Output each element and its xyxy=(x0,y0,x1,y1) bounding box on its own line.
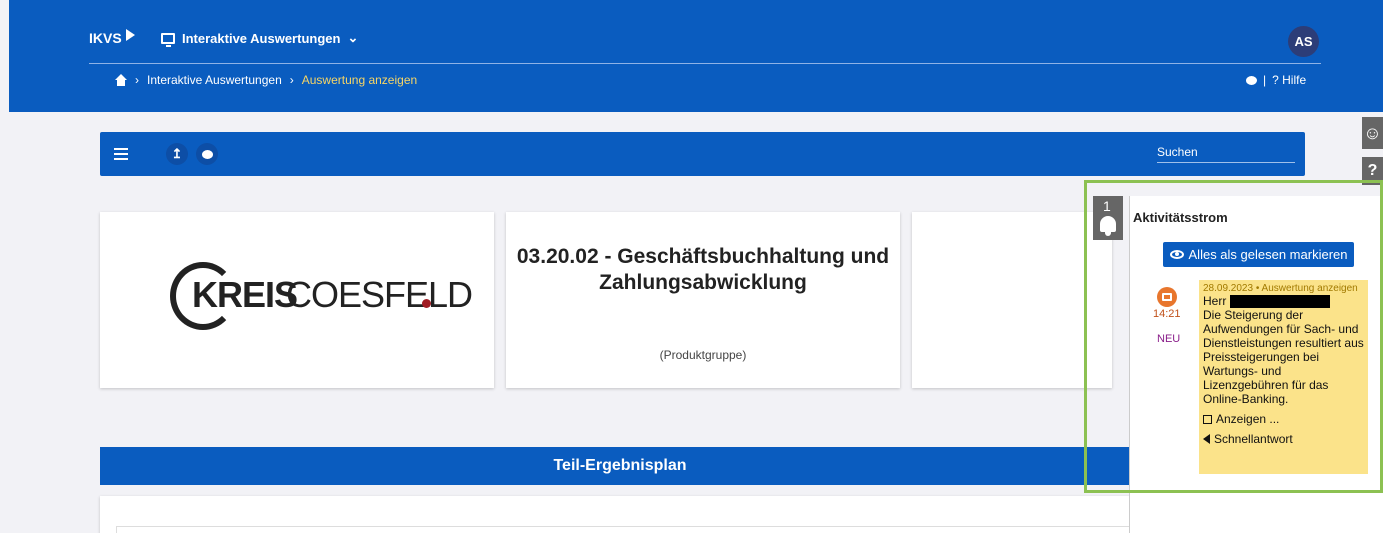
logo-card: KREIS COESFELD xyxy=(100,212,494,388)
help-link[interactable]: ? Hilfe xyxy=(1272,73,1306,87)
menu-icon[interactable] xyxy=(110,143,132,165)
monitor-icon xyxy=(161,32,175,47)
product-title: 03.20.02 - Geschäftsbuchhaltung und Zahl… xyxy=(516,245,890,294)
logo-dot xyxy=(422,299,431,308)
header-divider xyxy=(89,63,1321,64)
section-header: Teil-Ergebnisplan xyxy=(100,447,1140,485)
kreis-coesfeld-logo: KREIS COESFELD xyxy=(170,262,473,332)
highlight-frame xyxy=(1084,180,1383,493)
brand-name: IKVS xyxy=(89,30,122,46)
chevron-right-icon: › xyxy=(135,73,139,87)
breadcrumb-current: Auswertung anzeigen xyxy=(301,73,418,87)
product-card: 03.20.02 - Geschäftsbuchhaltung und Zahl… xyxy=(506,212,900,388)
section-table xyxy=(116,526,1140,533)
app-switcher-label: Interaktive Auswertungen xyxy=(182,30,341,46)
comments-icon xyxy=(201,149,213,159)
search-input[interactable] xyxy=(1157,145,1295,163)
help-separator: | xyxy=(1263,73,1267,87)
home-icon[interactable] xyxy=(115,74,127,86)
section-body xyxy=(100,496,1140,533)
brand-logo[interactable]: IKVS xyxy=(89,29,135,46)
chevron-right-icon: › xyxy=(289,73,294,87)
breadcrumb: › Interaktive Auswertungen › Auswertung … xyxy=(115,73,417,87)
content-toolbar: ↥ xyxy=(100,132,1305,176)
top-header: IKVS Interaktive Auswertungen ⌄ AS › Int… xyxy=(9,0,1383,112)
play-icon xyxy=(125,29,135,41)
third-card xyxy=(912,212,1112,388)
help-area: | ? Hilfe xyxy=(1246,73,1306,87)
user-avatar[interactable]: AS xyxy=(1288,26,1319,57)
product-subtitle: (Produktgruppe) xyxy=(659,348,747,362)
breadcrumb-item[interactable]: Interaktive Auswertungen xyxy=(147,73,282,87)
comments-button[interactable] xyxy=(196,143,218,165)
chevron-down-icon: ⌄ xyxy=(347,30,359,45)
upload-button[interactable]: ↥ xyxy=(166,143,188,165)
logo-kreis: KREIS xyxy=(192,274,298,315)
accessibility-icon[interactable]: ☺ xyxy=(1362,117,1383,149)
logo-coesfeld: COESFELD xyxy=(286,274,473,315)
chat-icon[interactable] xyxy=(1246,75,1257,85)
app-switcher[interactable]: Interaktive Auswertungen ⌄ xyxy=(161,30,359,47)
